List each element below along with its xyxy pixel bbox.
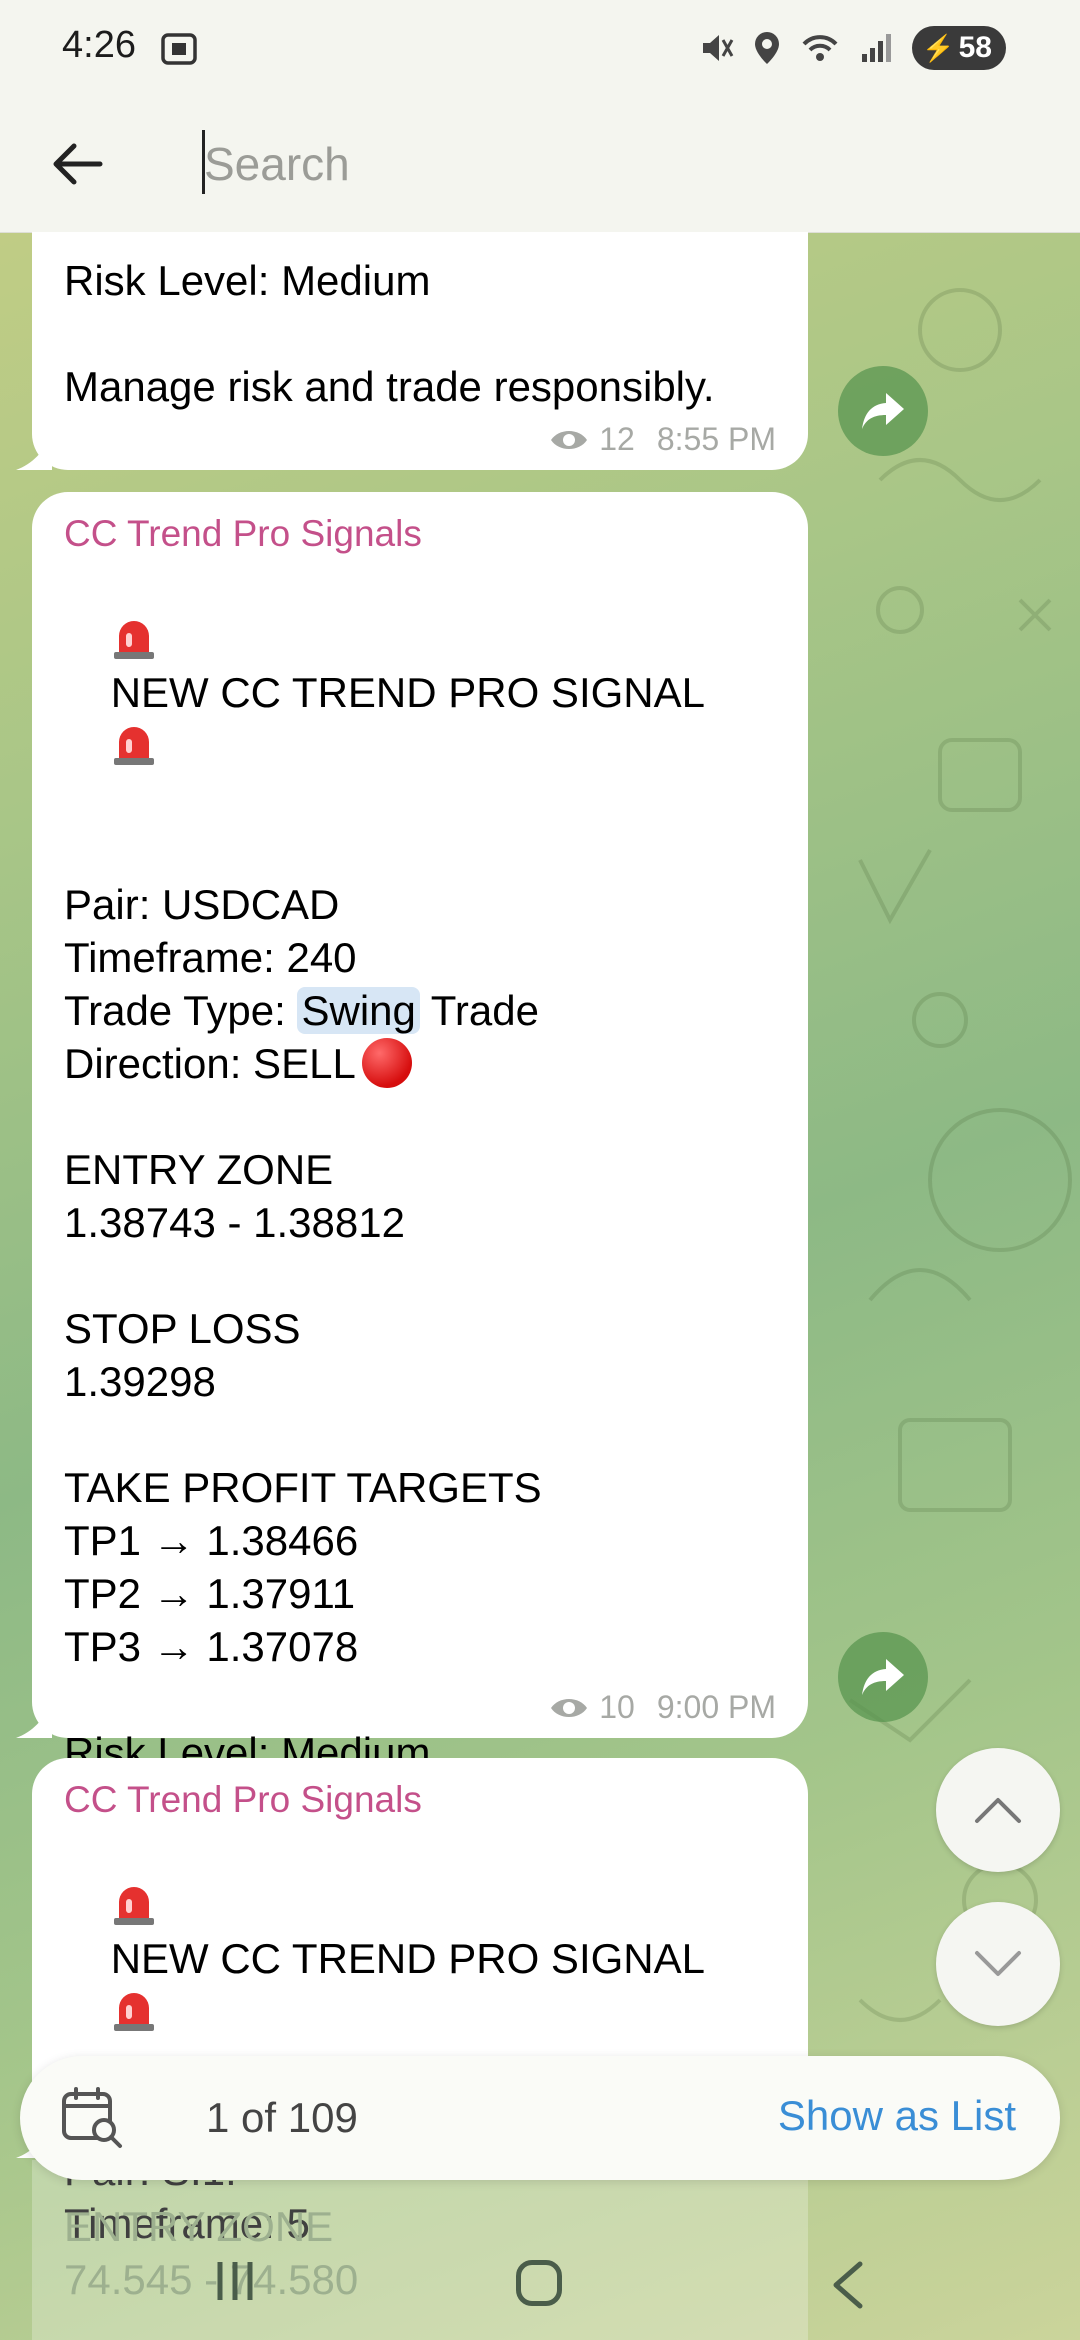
timeframe-line: Timeframe: 240 [64,934,357,981]
search-input[interactable] [204,124,1004,204]
signal-icon [862,34,892,62]
direction-line: Direction: SELL [64,1037,776,1090]
trade-type-line: Trade Type: Swing Trade [64,987,539,1034]
wifi-icon [802,35,838,61]
chevron-down-icon [975,1951,1021,1976]
sender-name: CC Trend Pro Signals [64,513,422,554]
arrow-left-icon [53,143,103,185]
forward-button[interactable] [838,1632,928,1722]
status-time: 4:26 [62,24,136,66]
search-header [0,96,1080,233]
message-meta: 10 9:00 PM [549,1689,776,1726]
views-eye-icon [551,1698,588,1717]
show-as-list-button[interactable]: Show as List [778,2092,1016,2140]
results-counter: 1 of 109 [206,2094,358,2141]
signal-title: NEW CC TREND PRO SIGNAL [64,1826,776,2091]
message-bubble[interactable]: Risk Level: Medium Manage risk and trade… [32,232,808,470]
siren-icon [113,1887,154,1925]
siren-icon [113,621,154,659]
views-count: 10 [599,1689,635,1725]
system-back-icon[interactable] [828,2260,868,2310]
forward-arrow-icon [862,393,904,429]
battery-icon: ⚡ 58 [912,26,1006,70]
status-bar: 4:26 ⚡ 58 [0,0,1080,96]
blank-line: ​ [64,825,776,878]
system-navigation-bar [0,2220,1080,2340]
blank-line: ​ [64,1090,776,1143]
siren-icon [113,727,154,765]
next-result-button[interactable] [936,1902,1060,2026]
battery-level: 58 [958,31,992,64]
recents-icon[interactable] [212,2258,258,2304]
forward-button[interactable] [838,366,928,456]
calendar-search-button[interactable] [56,2082,128,2154]
sender-name: CC Trend Pro Signals [64,1779,422,1820]
status-icons: ⚡ 58 [698,26,1006,70]
forward-arrow-icon [862,1659,904,1695]
message-text: Risk Level: Medium Manage risk and trade… [64,257,715,410]
calendar-search-icon [62,2087,122,2148]
signal-title: NEW CC TREND PRO SIGNAL [64,560,776,825]
message-time: 9:00 PM [656,1689,776,1725]
views-eye-icon [551,430,588,449]
message-meta: 12 8:55 PM [549,421,776,458]
search-results-bar: 1 of 109 Show as List [20,2056,1060,2180]
previous-result-button[interactable] [936,1748,1060,1872]
search-match-highlight: Swing [297,987,420,1034]
screenshot-icon [161,33,197,65]
siren-icon [113,1993,154,2031]
message-bubble[interactable]: CC Trend Pro Signals NEW CC TREND PRO SI… [32,492,808,1882]
mute-icon [703,35,734,61]
home-icon[interactable] [516,2260,562,2306]
views-count: 12 [599,421,635,457]
chevron-up-icon [975,1798,1021,1823]
red-circle-icon [361,1038,412,1088]
back-button[interactable] [40,126,116,202]
pair-line: Pair: USDCAD [64,881,340,928]
location-icon [755,32,780,64]
message-time: 8:55 PM [656,421,776,457]
